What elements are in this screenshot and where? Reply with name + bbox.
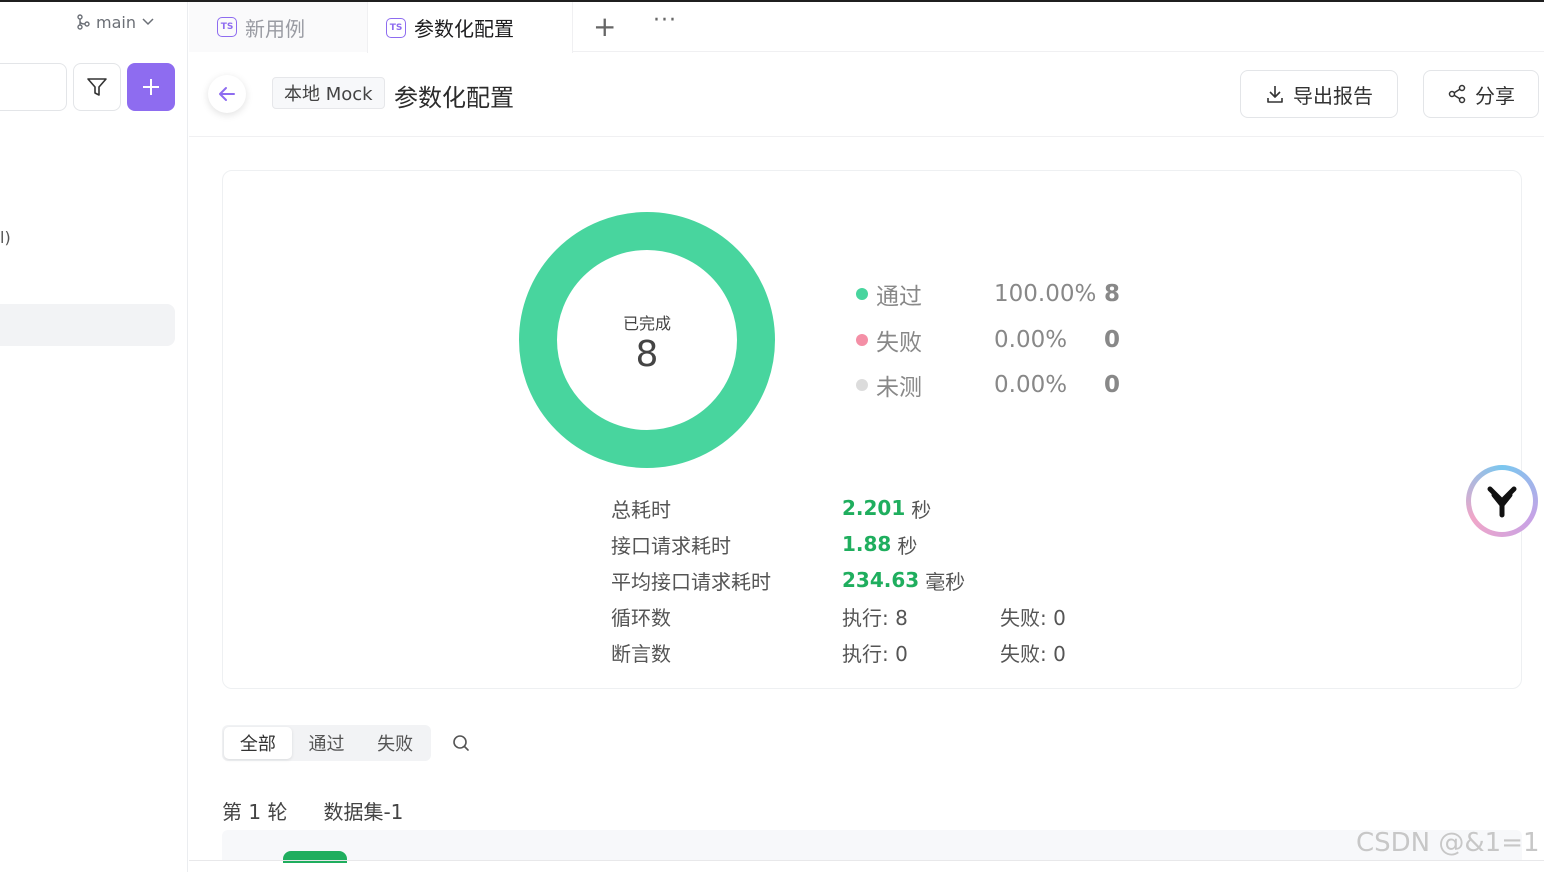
- share-icon: [1448, 84, 1466, 104]
- back-button[interactable]: [208, 75, 246, 113]
- sidebar: [0, 2, 188, 872]
- stat-value: 234.63: [842, 568, 920, 592]
- environment-tag: 本地 Mock: [272, 77, 385, 109]
- tab-label: 参数化配置: [414, 17, 514, 41]
- legend-name: 未测: [876, 375, 922, 401]
- assistant-logo-icon: [1471, 470, 1533, 532]
- stat-value: 1.88: [842, 532, 892, 556]
- filter-button[interactable]: [73, 63, 121, 111]
- arrow-left-icon: [219, 87, 235, 101]
- stat-value: 2.201: [842, 496, 906, 520]
- stat-exec: 执行: 0: [842, 641, 908, 666]
- stat-label: 接口请求耗时: [611, 533, 731, 558]
- branch-selector[interactable]: main: [76, 10, 154, 34]
- page-title: 参数化配置: [394, 84, 514, 112]
- download-icon: [1267, 86, 1283, 103]
- stat-unit: 毫秒: [925, 569, 966, 594]
- page-header: 本地 Mock 参数化配置 导出报告 分享: [189, 52, 1544, 137]
- share-label: 分享: [1475, 83, 1515, 108]
- stat-exec: 执行: 8: [842, 605, 908, 630]
- legend-dot: [856, 288, 868, 300]
- stat-fail: 失败: 0: [1000, 641, 1066, 666]
- ts-file-icon: TS: [386, 17, 406, 38]
- filter-all[interactable]: 全部: [224, 727, 292, 759]
- legend-name: 通过: [876, 284, 922, 310]
- legend-count: 0: [1104, 372, 1121, 398]
- watermark: CSDN @&1=1: [1356, 828, 1540, 858]
- stat-unit: 秒: [911, 497, 932, 522]
- legend-dot: [856, 379, 868, 391]
- stat-fail: 失败: 0: [1000, 605, 1066, 630]
- sidebar-search-input[interactable]: [0, 63, 67, 111]
- legend-percent: 0.00%: [994, 327, 1068, 353]
- tab-param-config[interactable]: TS 参数化配置: [367, 2, 573, 53]
- result-filter-segmented: 全部 通过 失败: [222, 725, 431, 761]
- plus-icon: [143, 79, 159, 95]
- stat-label: 断言数: [611, 641, 671, 666]
- branch-name: main: [96, 12, 136, 32]
- add-tab-button[interactable]: +: [593, 10, 616, 43]
- sidebar-item-fragment[interactable]: l): [0, 228, 11, 247]
- export-report-button[interactable]: 导出报告: [1240, 70, 1398, 118]
- legend-count: 0: [1104, 327, 1121, 353]
- more-tabs-button[interactable]: ···: [653, 8, 677, 33]
- round-header: 第 1 轮 数据集-1: [222, 796, 403, 825]
- legend-name: 失败: [876, 330, 922, 356]
- assistant-float-button[interactable]: [1466, 465, 1538, 537]
- sidebar-item-selected[interactable]: [0, 304, 175, 346]
- stat-loops: 循环数 执行: 8 失败: 0: [611, 601, 1066, 631]
- legend-percent: 100.00%: [994, 281, 1097, 307]
- stat-unit: 秒: [897, 533, 918, 558]
- stat-label: 循环数: [611, 605, 671, 630]
- legend-percent: 0.00%: [994, 372, 1068, 398]
- legend-untested: 未测 0.00% 0: [856, 368, 1120, 402]
- tab-label: 新用例: [245, 16, 305, 41]
- legend-pass: 通过 100.00% 8: [856, 277, 1120, 311]
- assistant-logo-icon: [1487, 486, 1517, 518]
- stat-request-time: 接口请求耗时 1.88 秒: [611, 529, 917, 559]
- dataset-label: 数据集-1: [323, 800, 404, 824]
- export-label: 导出报告: [1293, 83, 1373, 108]
- round-label: 第 1 轮: [222, 800, 288, 824]
- ts-file-icon: TS: [217, 17, 237, 37]
- status-badge: [283, 851, 347, 863]
- stat-label: 总耗时: [611, 497, 671, 522]
- filter-pass[interactable]: 通过: [292, 727, 362, 759]
- legend-count: 8: [1104, 281, 1121, 307]
- legend-dot: [856, 334, 868, 346]
- add-button[interactable]: [127, 63, 175, 111]
- donut-center-label: 已完成: [622, 314, 671, 333]
- stat-total-time: 总耗时 2.201 秒: [611, 493, 931, 523]
- tab-new-case[interactable]: TS 新用例: [217, 2, 305, 52]
- tab-bar: TS 新用例 TS 参数化配置 + ···: [189, 2, 1544, 53]
- stat-asserts: 断言数 执行: 0 失败: 0: [611, 637, 1066, 667]
- search-icon[interactable]: [452, 734, 470, 752]
- stat-label: 平均接口请求耗时: [611, 569, 771, 594]
- divider: [189, 860, 1544, 861]
- donut-center-value: 8: [635, 334, 659, 375]
- filter-fail[interactable]: 失败: [361, 727, 429, 759]
- share-button[interactable]: 分享: [1423, 70, 1539, 118]
- filter-icon: [87, 78, 107, 96]
- branch-icon: [77, 14, 90, 30]
- legend-fail: 失败 0.00% 0: [856, 323, 1120, 357]
- chevron-down-icon: [142, 18, 154, 26]
- result-row[interactable]: [222, 830, 1522, 860]
- stat-avg-request-time: 平均接口请求耗时 234.63 毫秒: [611, 565, 965, 595]
